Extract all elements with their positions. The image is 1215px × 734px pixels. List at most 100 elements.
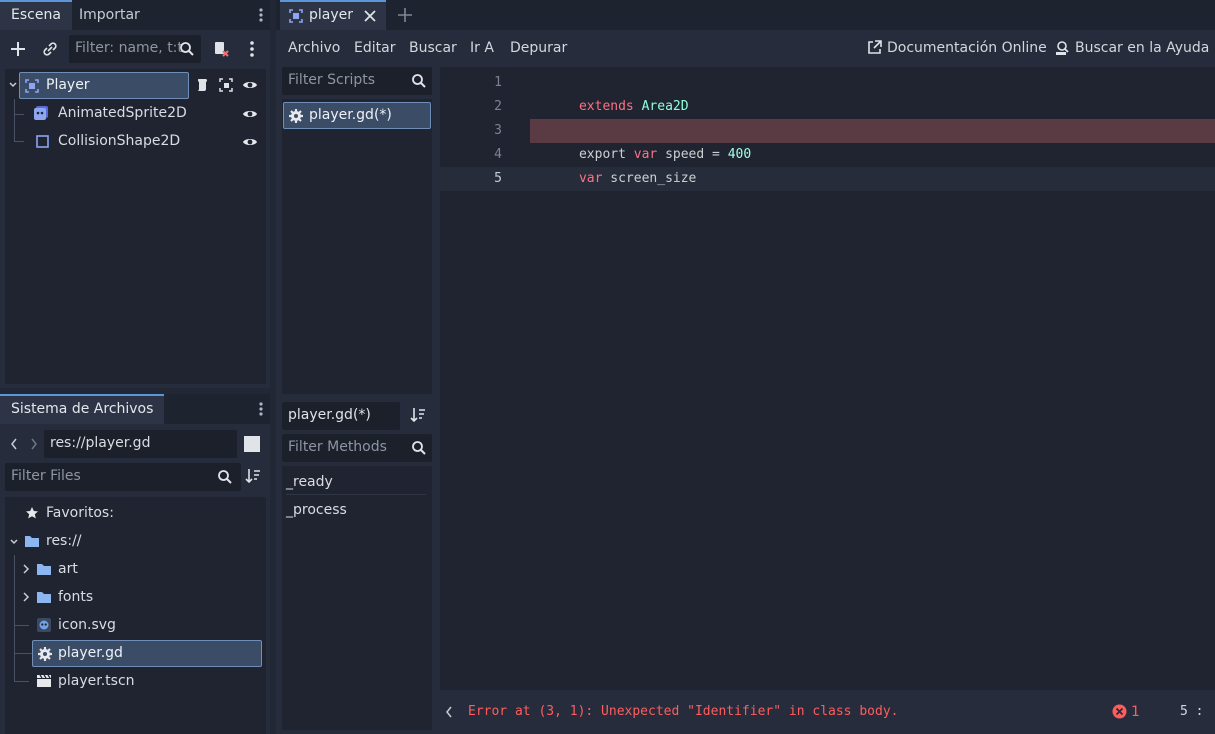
tab-escena[interactable]: Escena — [0, 0, 72, 30]
area2d-icon — [288, 8, 304, 24]
help-search-icon — [1055, 40, 1071, 56]
error-count-button[interactable]: 1 — [1112, 703, 1146, 721]
menu-archivo[interactable]: Archivo — [288, 37, 340, 59]
star-icon — [25, 506, 39, 520]
chevron-left-icon[interactable] — [444, 705, 454, 719]
dock-menu-icon[interactable] — [256, 7, 266, 23]
tree-guide-line — [14, 653, 33, 654]
filesystem-dock: Sistema de Archivos res://player.gd Filt… — [0, 394, 270, 734]
script-item-player-gd[interactable]: player.gd(*) — [283, 102, 431, 129]
code-keyword: extends — [578, 99, 634, 114]
file-item-label: art — [58, 561, 78, 577]
menu-ir-a[interactable]: Ir A — [470, 37, 494, 59]
code-identifier: screen_size — [610, 171, 697, 186]
filter-methods-input[interactable]: Filter Methods — [282, 434, 432, 462]
menu-depurar[interactable]: Depurar — [510, 37, 567, 59]
tree-item-collisionshape[interactable]: CollisionShape2D — [33, 128, 253, 154]
file-item-player-gd[interactable]: player.gd — [32, 640, 262, 667]
tree-guide-line — [14, 625, 29, 626]
file-item-label: res:// — [46, 533, 82, 549]
visibility-eye-icon[interactable] — [242, 107, 258, 121]
folder-icon — [36, 590, 52, 604]
chevron-right-icon[interactable] — [29, 437, 39, 451]
animated-sprite-icon — [33, 105, 49, 121]
status-bar: Error at (3, 1): Unexpected "Identifier"… — [440, 692, 1215, 732]
search-help-button[interactable]: Buscar en la Ayuda — [1055, 37, 1209, 59]
scene-dock-tabbar: Escena Importar — [0, 0, 270, 30]
group-selected-icon[interactable] — [218, 77, 234, 93]
chevron-down-icon[interactable] — [9, 537, 19, 547]
code-number: 400 — [727, 147, 752, 162]
code-editor[interactable]: 1 2 3 4 5 extends Area2D export var spee… — [440, 67, 1215, 690]
script-icon[interactable] — [194, 77, 210, 93]
cursor-position: 5 : — [1180, 704, 1204, 719]
tree-guide-line — [14, 141, 24, 142]
chevron-down-icon[interactable] — [8, 80, 18, 90]
status-error-text: Error at (3, 1): Unexpected "Identifier"… — [468, 704, 899, 719]
tree-guide-line — [14, 99, 15, 142]
line-number: 4 — [494, 147, 502, 162]
tree-item-label: Player — [46, 77, 90, 93]
search-icon — [411, 440, 427, 456]
external-link-icon — [867, 40, 882, 55]
line-number: 1 — [494, 75, 502, 90]
add-node-icon[interactable] — [9, 40, 27, 58]
scene-options-icon[interactable] — [247, 40, 257, 58]
scene-tree: Player AnimatedSprite2D CollisionShape2D — [5, 69, 266, 384]
sort-icon[interactable] — [245, 468, 261, 484]
menu-buscar[interactable]: Buscar — [409, 37, 457, 59]
line-number: 5 — [494, 171, 502, 186]
tab-player[interactable]: player — [280, 0, 386, 30]
file-tree: Favoritos: res:// art fonts icon.svg pla… — [5, 497, 266, 734]
filesystem-dock-tabbar: Sistema de Archivos — [0, 394, 270, 424]
method-item-process[interactable]: _process — [286, 497, 426, 523]
error-circle-icon — [1112, 704, 1127, 719]
menu-editar[interactable]: Editar — [354, 37, 395, 59]
online-docs-button[interactable]: Documentación Online — [867, 37, 1047, 59]
tree-guide-line — [14, 555, 15, 682]
instance-link-icon[interactable] — [41, 40, 59, 58]
chevron-right-icon[interactable] — [22, 563, 30, 575]
file-item-label: player.gd — [58, 645, 123, 661]
tree-item-animatedsprite[interactable]: AnimatedSprite2D — [33, 100, 253, 126]
editor-tabbar: player — [276, 0, 1215, 30]
sort-icon[interactable] — [410, 407, 426, 423]
folder-icon — [36, 562, 52, 576]
code-type: Area2D — [641, 99, 689, 114]
gear-icon — [37, 646, 53, 662]
method-item-ready[interactable]: _ready — [286, 469, 426, 495]
chevron-right-icon[interactable] — [22, 591, 30, 603]
path-field[interactable]: res://player.gd — [44, 430, 237, 458]
line-number: 3 — [494, 123, 502, 138]
file-item-label: player.tscn — [58, 673, 135, 689]
chevron-left-icon[interactable] — [9, 437, 19, 451]
file-item-label: fonts — [58, 589, 94, 605]
area2d-icon — [24, 78, 40, 94]
toggle-split-icon[interactable] — [244, 436, 260, 452]
tree-guide-line — [14, 681, 29, 682]
editor-area: player Archivo Editar Buscar Ir A Depura… — [276, 0, 1215, 734]
filter-scripts-input[interactable]: Filter Scripts — [282, 67, 432, 95]
line-number: 2 — [494, 99, 502, 114]
tab-importar[interactable]: Importar — [68, 0, 151, 30]
clapperboard-icon — [36, 674, 52, 688]
visibility-eye-icon[interactable] — [242, 135, 258, 149]
new-tab-plus-icon[interactable] — [397, 7, 413, 23]
visibility-eye-icon[interactable] — [242, 78, 258, 92]
dock-menu-icon[interactable] — [256, 401, 266, 417]
file-item-label: icon.svg — [58, 617, 116, 633]
script-filter-icon[interactable] — [212, 40, 230, 58]
script-item-label: player.gd(*) — [309, 107, 392, 123]
code-keyword: var — [578, 171, 603, 186]
godot-icon — [36, 617, 52, 633]
gear-icon — [288, 108, 304, 124]
filter-files-input[interactable]: Filter Files — [5, 463, 241, 491]
script-list: player.gd(*) — [282, 99, 432, 394]
close-icon[interactable] — [364, 10, 376, 22]
filter-methods-placeholder: Filter Methods — [288, 439, 387, 455]
tree-item-label: CollisionShape2D — [58, 133, 181, 149]
current-script-field: player.gd(*) — [282, 402, 400, 430]
tab-sistema-de-archivos[interactable]: Sistema de Archivos — [0, 394, 165, 424]
tree-item-player[interactable]: Player — [19, 72, 189, 99]
search-icon — [411, 73, 427, 89]
